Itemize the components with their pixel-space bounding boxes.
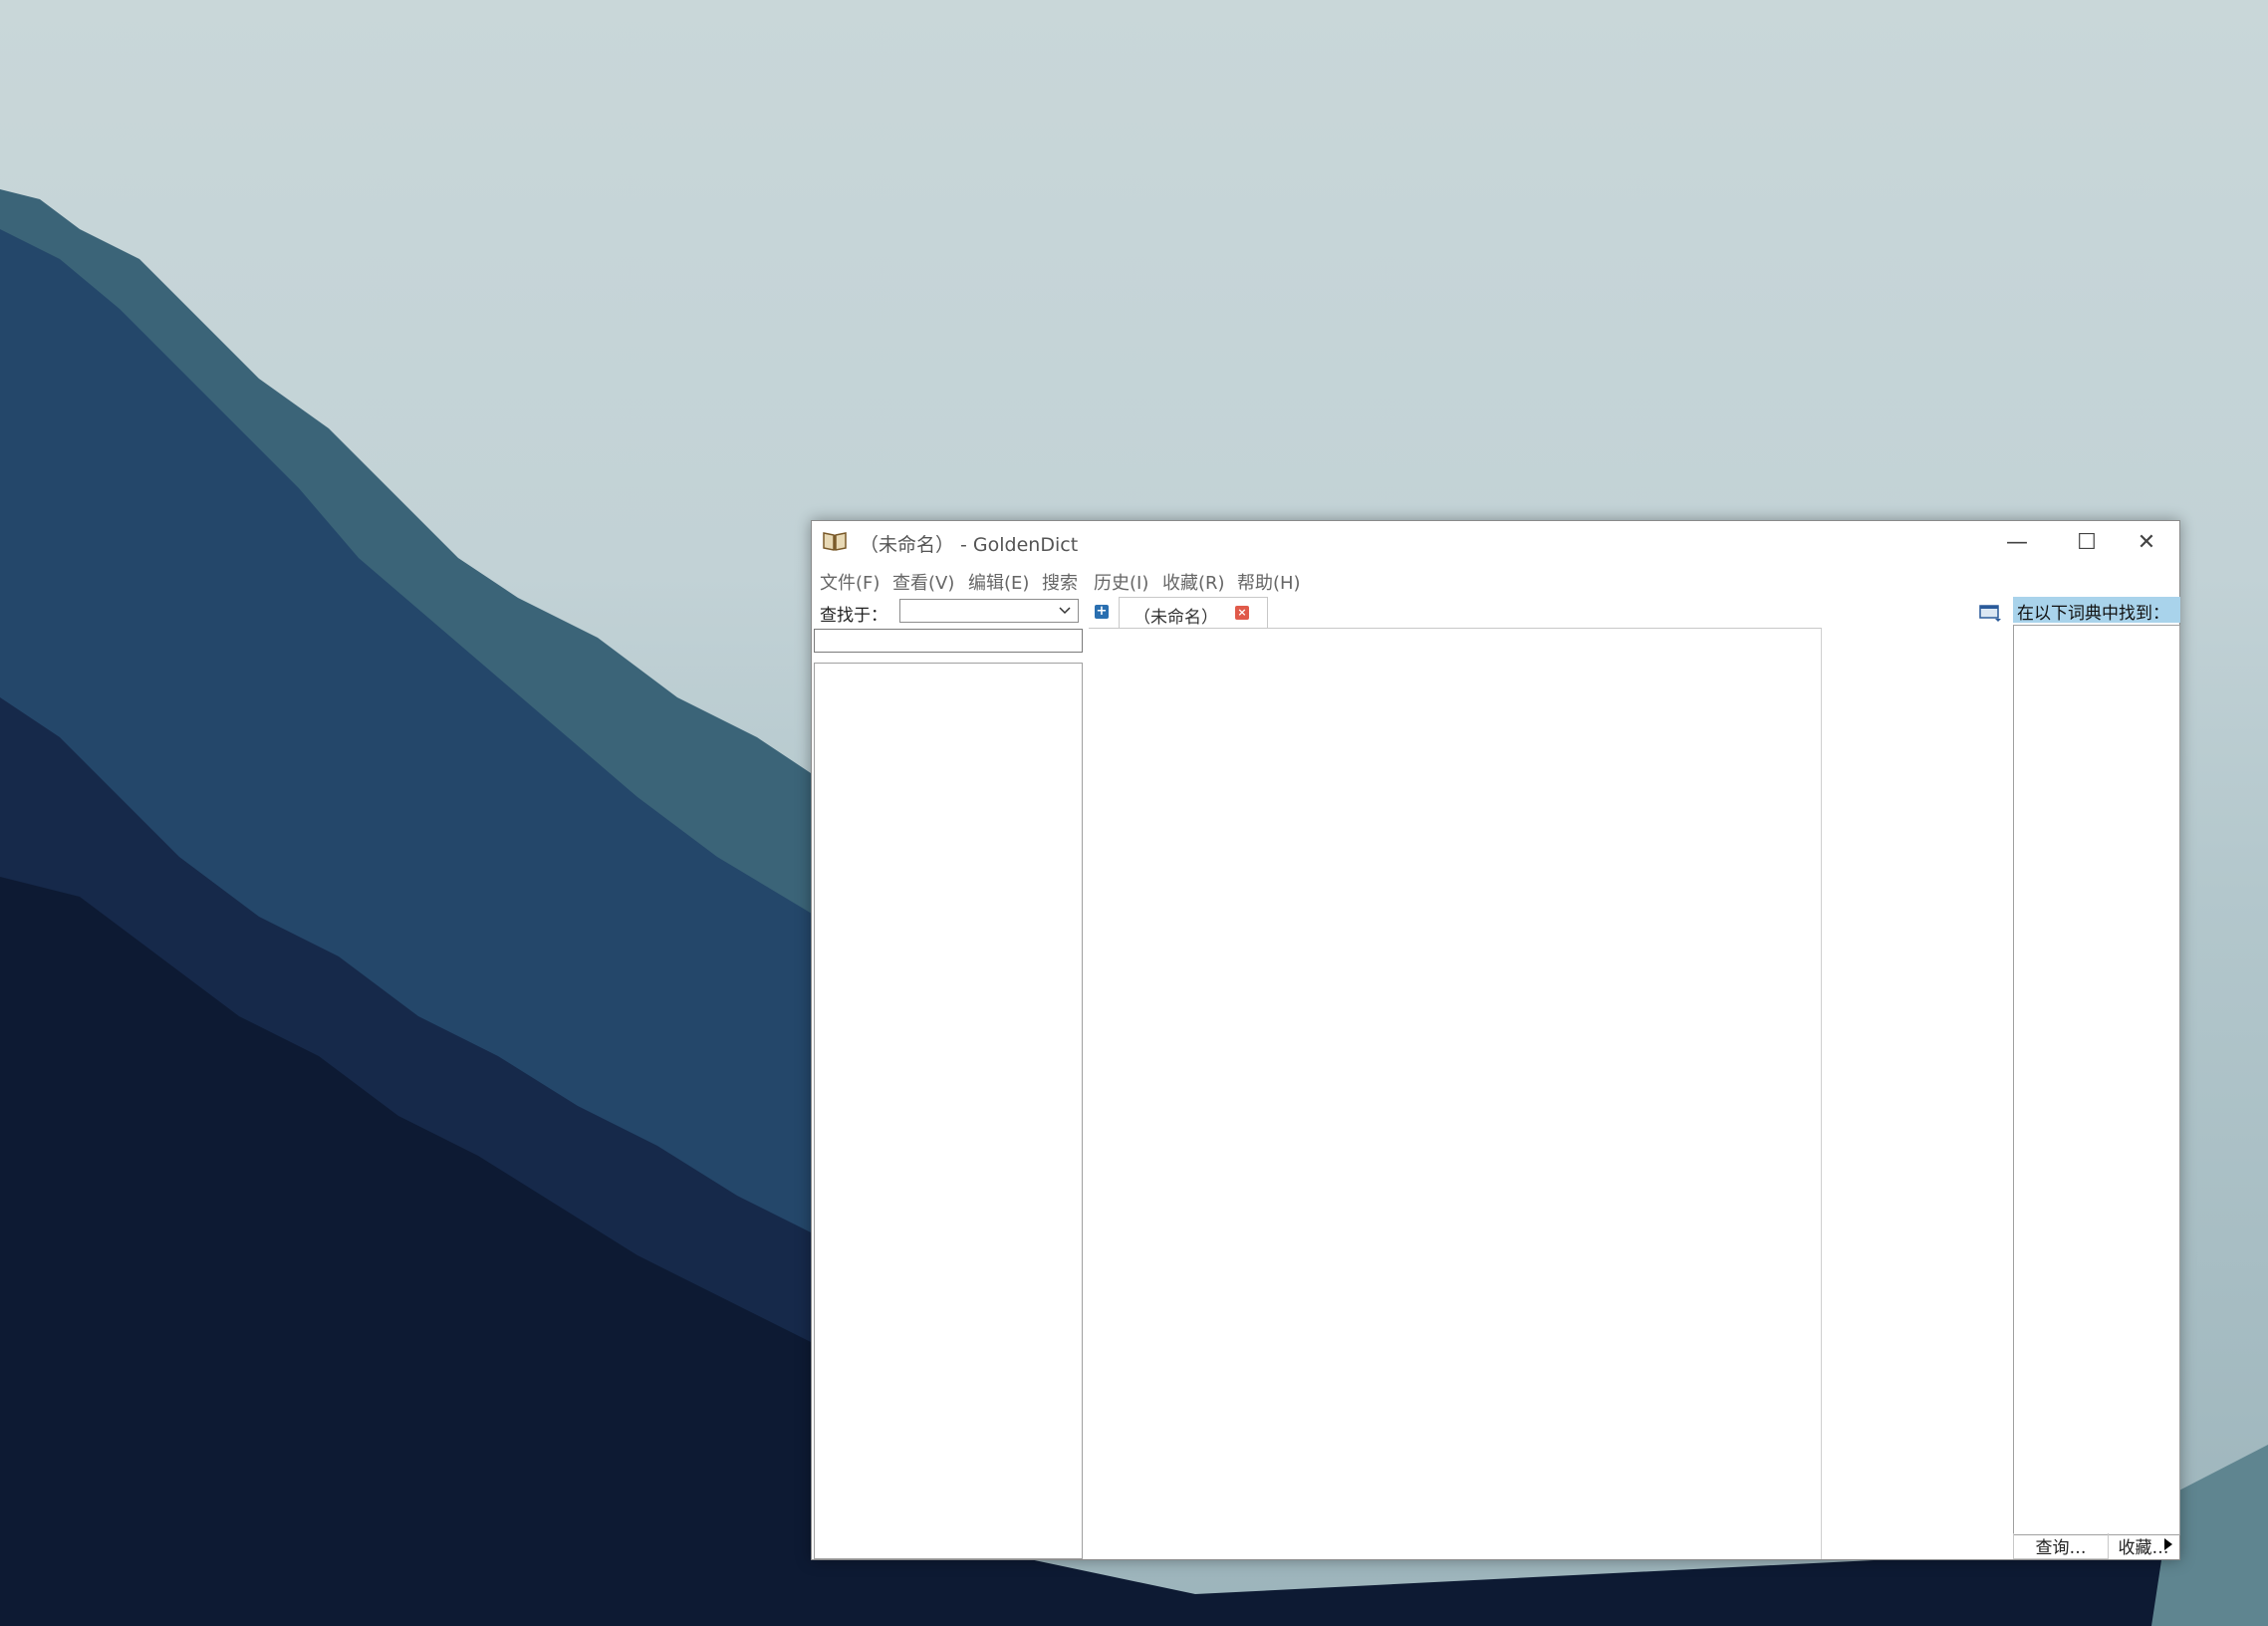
add-tab-button[interactable]: + [1095, 605, 1109, 619]
minimize-icon: — [2006, 529, 2028, 555]
close-icon: ✕ [2137, 529, 2156, 555]
goldendict-window: （未命名） - GoldenDict — ☐ ✕ 文件(F) 查看(V) 编辑(… [811, 520, 2180, 1560]
menu-bar: 文件(F) 查看(V) 编辑(E) 搜索 历史(I) 收藏(R) 帮助(H) [812, 563, 2179, 595]
maximize-icon: ☐ [2077, 529, 2097, 555]
close-button[interactable]: ✕ [2112, 521, 2181, 563]
menu-help[interactable]: 帮助(H) [1237, 569, 1301, 595]
chevron-down-icon [1059, 607, 1071, 615]
found-in-dictionaries-title: 在以下词典中找到： [2013, 597, 2180, 623]
word-list[interactable] [814, 663, 1083, 1559]
dictionary-group-combo[interactable] [899, 599, 1079, 623]
menu-file[interactable]: 文件(F) [820, 569, 880, 595]
article-view[interactable] [1089, 628, 1822, 1559]
book-icon [823, 532, 847, 551]
window-list-icon[interactable] [1979, 603, 2003, 623]
tab-search-pane[interactable]: 查询… [2013, 1533, 2109, 1559]
menu-search[interactable]: 搜索 [1042, 569, 1078, 595]
close-tab-icon[interactable]: × [1235, 606, 1249, 620]
window-title: （未命名） - GoldenDict [860, 534, 1079, 556]
scroll-right-arrow-icon[interactable] [2162, 1536, 2174, 1552]
tab-untitled[interactable]: （未命名） × [1119, 597, 1268, 629]
title-bar[interactable]: （未命名） - GoldenDict — ☐ ✕ [812, 521, 2179, 563]
minimize-button[interactable]: — [1982, 521, 2052, 563]
found-dictionaries-list[interactable] [2013, 625, 2180, 1535]
menu-favorites[interactable]: 收藏(R) [1162, 569, 1225, 595]
menu-view[interactable]: 查看(V) [892, 569, 954, 595]
word-search-input[interactable] [814, 629, 1083, 653]
tab-label: （未命名） [1134, 608, 1218, 628]
search-in-label: 查找于： [820, 606, 887, 626]
menu-history[interactable]: 历史(I) [1094, 569, 1148, 595]
plus-icon: + [1096, 604, 1108, 619]
menu-edit[interactable]: 编辑(E) [968, 569, 1029, 595]
